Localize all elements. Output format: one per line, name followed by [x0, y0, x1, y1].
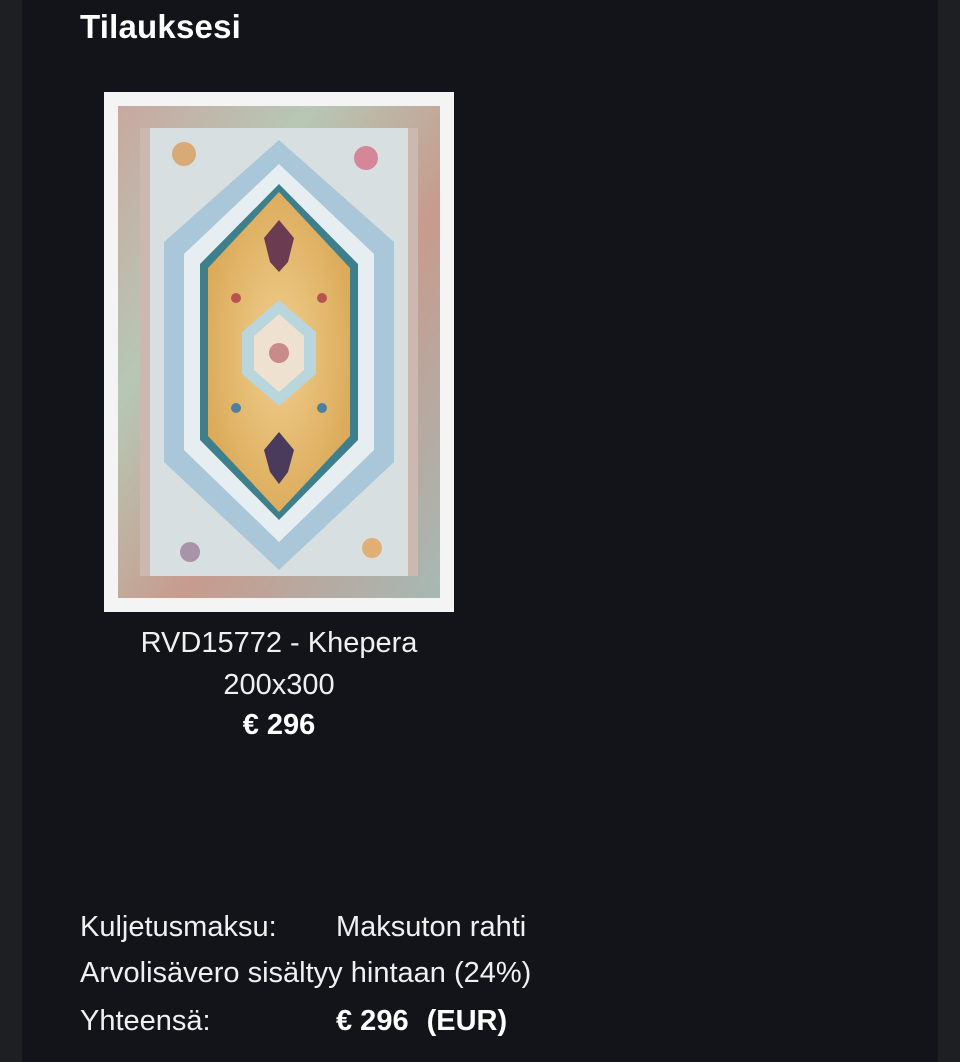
rug-illustration: [104, 92, 454, 612]
order-title: Tilauksesi: [80, 8, 241, 45]
product-image[interactable]: [104, 92, 454, 612]
shipping-label: Kuljetusmaksu:: [80, 911, 277, 943]
product-size: 200x300: [223, 669, 335, 701]
shipping-value: Maksuton rahti: [336, 911, 527, 943]
total-value-group: € 296 (EUR): [336, 998, 507, 1044]
total-value: € 296: [336, 1005, 409, 1037]
product-price: € 296: [242, 709, 316, 741]
product-name[interactable]: RVD15772 - Khepera: [104, 622, 454, 664]
total-currency: (EUR): [426, 1005, 508, 1037]
vat-text: Arvolisävero sisältyy hintaan (24%): [80, 957, 532, 989]
total-label: Yhteensä:: [80, 1005, 211, 1037]
